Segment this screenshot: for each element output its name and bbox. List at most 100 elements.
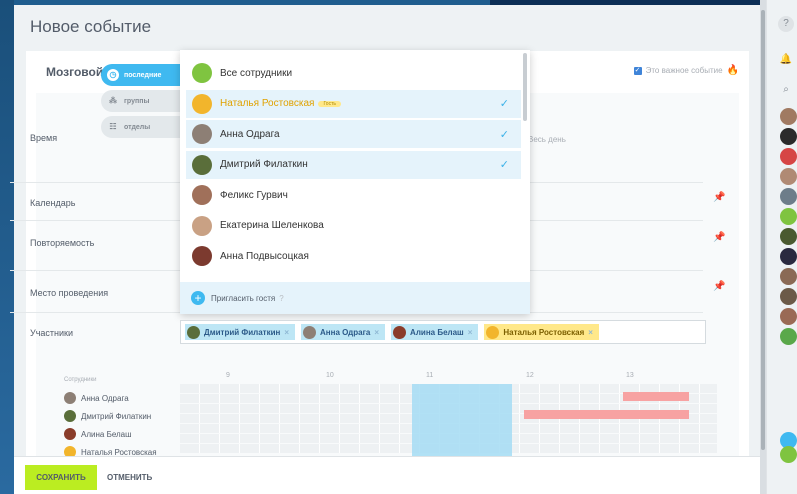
contact-avatar[interactable] xyxy=(780,188,797,205)
save-button[interactable]: СОХРАНИТЬ xyxy=(25,465,97,490)
contact-avatar[interactable] xyxy=(780,228,797,245)
avatar xyxy=(192,246,212,266)
avatar xyxy=(64,428,76,440)
avatar xyxy=(64,410,76,422)
avatar xyxy=(393,325,407,339)
avatar xyxy=(192,63,212,83)
groups-icon: ⁂ xyxy=(109,96,117,105)
dropdown-item-name: Все сотрудники xyxy=(220,67,293,79)
page-scrollbar-thumb[interactable] xyxy=(761,10,765,450)
dropdown-item-name: Анна Одрага xyxy=(220,128,280,140)
check-icon: ✓ xyxy=(499,159,509,171)
right-sidebar: ? 🔔 ⌕ xyxy=(766,0,797,494)
event-name-input[interactable]: Мозговой xyxy=(46,65,103,79)
fire-icon: 🔥 xyxy=(726,65,739,76)
planner-person: Дмитрий Филаткин xyxy=(64,410,151,422)
planner-grid[interactable]: 9 10 11 12 13 xyxy=(180,372,717,456)
dropdown-item[interactable]: Анна Одрага ✓ xyxy=(186,120,521,148)
avatar xyxy=(192,215,212,236)
contact-avatar[interactable] xyxy=(780,308,797,325)
tab-departments[interactable]: ☷ отделы xyxy=(101,116,181,138)
planner-person-name: Дмитрий Филаткин xyxy=(81,411,152,421)
remove-icon[interactable]: × xyxy=(588,328,593,337)
row-label-location: Место проведения xyxy=(30,288,109,298)
participant-name: Дмитрий Филаткин xyxy=(204,327,281,337)
row-label-calendar: Календарь xyxy=(30,198,76,208)
avatar xyxy=(187,325,200,339)
selector-tabs: ◷ последние ⁂ группы ☷ отделы xyxy=(101,64,181,142)
phone-icon[interactable] xyxy=(780,446,797,463)
checkbox-icon[interactable]: ✓ xyxy=(633,66,642,75)
participant-name: Анна Одрага xyxy=(320,327,371,337)
row-label-participants: Участники xyxy=(30,328,73,338)
row-label-time: Время xyxy=(30,133,58,143)
dropdown-item-name: Наталья Ростовская xyxy=(220,98,315,109)
pin-icon[interactable]: 📌 xyxy=(713,192,725,203)
contact-avatar[interactable] xyxy=(780,288,797,305)
participant-chip[interactable]: Анна Одрага × xyxy=(301,324,386,340)
avatar xyxy=(192,93,212,114)
help-icon[interactable]: ? xyxy=(778,16,794,32)
important-toggle[interactable]: ✓ Это важное событие 🔥 xyxy=(633,65,739,76)
contact-avatar[interactable] xyxy=(780,108,797,125)
row-label-repeat: Повторяемость xyxy=(30,238,95,248)
planner-person-name: Алина Белаш xyxy=(81,429,132,439)
dropdown-scrollbar[interactable] xyxy=(523,53,527,121)
contact-avatar[interactable] xyxy=(780,268,797,285)
contact-avatar[interactable] xyxy=(780,248,797,265)
guest-badge: Гость xyxy=(318,100,341,107)
participants-field[interactable]: Дмитрий Филаткин × Анна Одрага × Алина Белаш… xyxy=(180,320,706,344)
recent-icon: ◷ xyxy=(107,69,119,81)
help-icon[interactable]: ? xyxy=(279,294,283,303)
dropdown-item[interactable]: Наталья Ростовская Гость ✓ xyxy=(186,89,521,118)
planner-person-name: Анна Одрага xyxy=(81,393,129,403)
contact-avatar[interactable] xyxy=(780,148,797,165)
busy-slot xyxy=(623,392,689,401)
avatar xyxy=(192,124,212,144)
all-day-label[interactable]: Весь день xyxy=(528,135,566,144)
contact-avatar[interactable] xyxy=(780,208,797,225)
dropdown-item[interactable]: Дмитрий Филаткин ✓ xyxy=(186,150,521,179)
participant-chip[interactable]: Алина Белаш × xyxy=(391,324,479,340)
participant-name: Алина Белаш xyxy=(410,327,464,337)
participant-chip[interactable]: Наталья Ростовская × xyxy=(484,324,599,340)
dropdown-item-name: Анна Подвысоцкая xyxy=(220,250,309,262)
search-icon[interactable]: ⌕ xyxy=(778,82,794,98)
remove-icon[interactable]: × xyxy=(468,328,473,337)
contact-avatar[interactable] xyxy=(780,168,797,185)
avatar xyxy=(64,392,76,404)
dropdown-item-name: Феликс Гурвич xyxy=(220,189,288,201)
planner-person: Анна Одрага xyxy=(64,392,129,404)
dropdown-item[interactable]: Феликс Гурвич xyxy=(186,181,521,209)
tab-recent[interactable]: ◷ последние xyxy=(101,64,181,86)
planner-selection[interactable] xyxy=(412,384,512,456)
dropdown-item[interactable]: Все сотрудники xyxy=(186,59,521,87)
contact-avatar[interactable] xyxy=(780,128,797,145)
background-edge xyxy=(0,0,14,494)
important-label: Это важное событие xyxy=(645,66,723,75)
hour-label: 10 xyxy=(326,372,334,379)
bell-icon[interactable]: 🔔 xyxy=(778,52,794,68)
check-icon: ✓ xyxy=(499,128,509,141)
dropdown-item-name: Дмитрий Филаткин xyxy=(220,159,308,170)
page-title: Новое событие xyxy=(30,17,152,36)
participant-chip[interactable]: Дмитрий Филаткин × xyxy=(185,324,296,340)
user-selector-dropdown: Все сотрудники Наталья Ростовская Гость ✓ Ан… xyxy=(180,50,530,314)
cancel-button[interactable]: ОТМЕНИТЬ xyxy=(107,465,152,490)
dropdown-item[interactable]: Анна Подвысоцкая xyxy=(186,242,521,270)
contact-avatar[interactable] xyxy=(780,328,797,345)
plus-icon: + xyxy=(191,291,205,305)
planner-person: Алина Белаш xyxy=(64,428,132,440)
remove-icon[interactable]: × xyxy=(374,328,379,337)
pin-icon[interactable]: 📌 xyxy=(713,281,725,292)
pin-icon[interactable]: 📌 xyxy=(713,232,725,243)
dropdown-item-name: Екатерина Шеленкова xyxy=(220,220,324,231)
avatar xyxy=(486,325,500,339)
dropdown-item[interactable]: Екатерина Шеленкова xyxy=(186,212,521,240)
avatar xyxy=(303,325,317,339)
remove-icon[interactable]: × xyxy=(284,328,289,337)
check-icon: ✓ xyxy=(499,98,509,110)
invite-guest-button[interactable]: + Пригласить гостя ? xyxy=(180,282,530,314)
tab-groups[interactable]: ⁂ группы xyxy=(101,90,181,112)
busy-slot xyxy=(524,410,689,419)
